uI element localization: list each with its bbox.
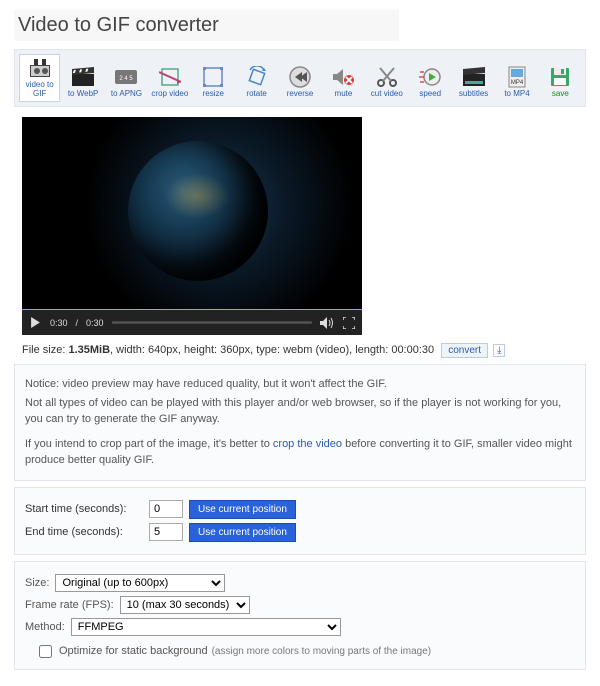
seek-bar[interactable] [112,321,312,324]
end-time-label: End time (seconds): [25,526,143,538]
mp4-icon: MP4 [504,64,530,90]
start-time-label: Start time (seconds): [25,503,143,515]
optimize-label: Optimize for static background [59,645,208,657]
camera-icon [27,57,53,81]
current-time: 0:30 [50,318,68,328]
video-controls: 0:30 / 0:30 [22,309,362,335]
scissors-icon [374,64,400,90]
speed-icon [417,64,443,90]
tool-to-webp[interactable]: to WebP [62,54,103,102]
volume-icon[interactable] [320,316,334,330]
use-current-end-button[interactable]: Use current position [189,523,296,542]
svg-text:MP4: MP4 [511,80,524,86]
options-panel: Size: Original (up to 600px) Frame rate … [14,561,586,670]
start-time-input[interactable] [149,500,183,518]
download-icon[interactable]: ⤓ [493,344,505,357]
optimize-hint: (assign more colors to moving parts of t… [212,646,432,657]
svg-text:2 4 5: 2 4 5 [120,76,134,82]
resize-icon [200,64,226,90]
tool-mute[interactable]: mute [323,54,364,102]
toolbar: video to GIF to WebP 2 4 5 to APNG crop … [14,49,586,107]
time-panel: Start time (seconds): Use current positi… [14,487,586,555]
mute-icon [330,64,356,90]
subtitles-icon [461,64,487,90]
play-icon[interactable] [28,316,42,330]
tool-rotate[interactable]: rotate [236,54,277,102]
method-select[interactable]: FFMPEG [71,618,341,636]
tool-save[interactable]: save [540,54,581,102]
tool-resize[interactable]: resize [193,54,234,102]
file-info: File size: 1.35MiB, width: 640px, height… [22,343,586,358]
convert-button[interactable]: convert [441,343,488,358]
size-label: Size: [25,577,49,589]
video-player: 0:30 / 0:30 [22,117,362,335]
clapperboard-icon [70,64,96,90]
tool-cut-video[interactable]: cut video [366,54,407,102]
page-title: Video to GIF converter [14,10,399,41]
video-frame[interactable] [22,117,362,309]
tool-speed[interactable]: speed [410,54,451,102]
crop-video-link[interactable]: crop the video [273,438,342,450]
tool-to-mp4[interactable]: MP4 to MP4 [496,54,537,102]
tool-video-to-gif[interactable]: video to GIF [19,54,60,102]
total-time: 0:30 [86,318,104,328]
size-select[interactable]: Original (up to 600px) [55,574,225,592]
notice-panel: Notice: video preview may have reduced q… [14,364,586,481]
tool-subtitles[interactable]: subtitles [453,54,494,102]
save-icon [547,64,573,90]
video-content-earth [128,141,268,281]
method-label: Method: [25,621,65,633]
fps-label: Frame rate (FPS): [25,599,114,611]
rotate-icon [244,64,270,90]
tool-crop-video[interactable]: crop video [149,54,190,102]
tool-to-apng[interactable]: 2 4 5 to APNG [106,54,147,102]
tool-reverse[interactable]: reverse [279,54,320,102]
crop-icon [157,64,183,90]
use-current-start-button[interactable]: Use current position [189,500,296,519]
fps-select[interactable]: 10 (max 30 seconds) [120,596,250,614]
end-time-input[interactable] [149,523,183,541]
apng-icon: 2 4 5 [113,64,139,90]
optimize-checkbox[interactable] [39,645,52,658]
reverse-icon [287,64,313,90]
fullscreen-icon[interactable] [342,316,356,330]
